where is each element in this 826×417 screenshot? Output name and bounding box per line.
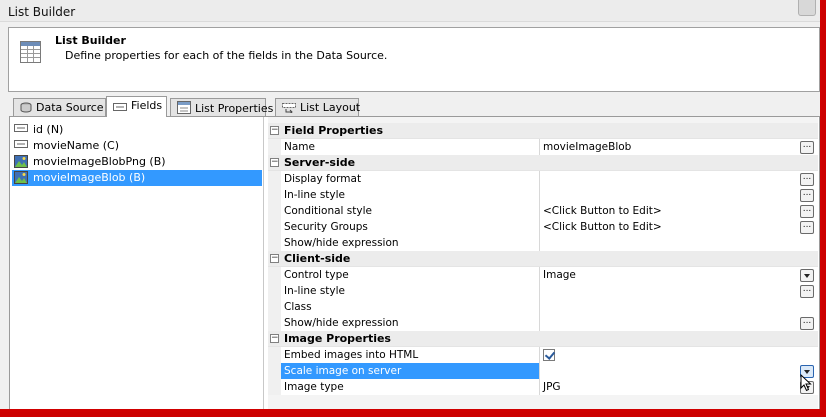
property-row-show-hide-expression-client[interactable]: Show/hide expression ... [268, 315, 818, 331]
image-field-icon [14, 155, 28, 168]
property-value[interactable] [540, 187, 818, 203]
property-value[interactable]: movieImageBlob [540, 139, 818, 155]
property-name: In-line style [281, 283, 540, 299]
property-value[interactable] [540, 283, 818, 299]
field-list: id (N) movieName (C) movieImageBlobPng (… [10, 117, 264, 409]
collapse-icon[interactable]: − [270, 254, 279, 263]
close-window-button[interactable] [798, 0, 816, 16]
property-row-class[interactable]: Class [268, 299, 818, 315]
table-icon [20, 41, 41, 63]
property-row-inline-style-client[interactable]: In-line style ... [268, 283, 818, 299]
category-field-properties[interactable]: − Field Properties [268, 123, 818, 139]
category-client-side[interactable]: − Client-side [268, 251, 818, 267]
field-label: movieImageBlob (B) [33, 171, 146, 184]
mouse-pointer-icon [800, 374, 812, 392]
category-label: Server-side [284, 156, 356, 169]
property-name: Name [281, 139, 540, 155]
property-value[interactable]: Image [540, 267, 818, 283]
collapse-icon[interactable]: − [270, 334, 279, 343]
category-label: Image Properties [284, 332, 391, 345]
category-label: Field Properties [284, 124, 384, 137]
embed-images-checkbox[interactable] [543, 349, 555, 361]
ellipsis-button[interactable]: ... [800, 221, 814, 234]
dropdown-button[interactable] [800, 269, 814, 282]
field-item-id[interactable]: id (N) [12, 122, 262, 138]
field-label: movieName (C) [33, 139, 119, 152]
property-row-embed-images[interactable]: Embed images into HTML [268, 347, 818, 363]
property-row-display-format[interactable]: Display format ... [268, 171, 818, 187]
title-bar: List Builder [0, 0, 820, 22]
collapse-icon[interactable]: − [270, 158, 279, 167]
property-name: Embed images into HTML [281, 347, 540, 363]
field-label: movieImageBlobPng (B) [33, 155, 166, 168]
tab-list-properties-label: List Properties [195, 102, 274, 115]
text-field-icon [14, 124, 28, 132]
property-name: Conditional style [281, 203, 540, 219]
property-value[interactable] [540, 315, 818, 331]
property-value [540, 347, 818, 363]
property-value[interactable] [540, 171, 818, 187]
property-row-conditional-style[interactable]: Conditional style <Click Button to Edit>… [268, 203, 818, 219]
ellipsis-button[interactable]: ... [800, 141, 814, 154]
tab-fields-label: Fields [131, 99, 163, 112]
property-row-inline-style[interactable]: In-line style ... [268, 187, 818, 203]
property-name: Security Groups [281, 219, 540, 235]
property-value[interactable]: <Click Button to Edit> [540, 219, 818, 235]
field-label: id (N) [33, 123, 64, 136]
window-title: List Builder [8, 5, 76, 19]
property-row-name[interactable]: Name movieImageBlob ... [268, 139, 818, 155]
tab-list-layout[interactable]: List Layout [275, 98, 361, 116]
property-value[interactable] [540, 299, 818, 315]
properties-icon [177, 101, 191, 114]
property-row-security-groups[interactable]: Security Groups <Click Button to Edit> .… [268, 219, 818, 235]
property-row-scale-image[interactable]: Scale image on server [268, 363, 818, 379]
property-value[interactable] [540, 363, 818, 379]
header-description: Define properties for each of the fields… [65, 49, 388, 62]
property-value[interactable]: JPG [540, 379, 818, 395]
field-item-movieimageblobpng[interactable]: movieImageBlobPng (B) [12, 154, 262, 170]
property-row-image-type[interactable]: Image type JPG [268, 379, 818, 395]
property-name: Class [281, 299, 540, 315]
ellipsis-button[interactable]: ... [800, 173, 814, 186]
category-label: Client-side [284, 252, 351, 265]
property-value[interactable]: <Click Button to Edit> [540, 203, 818, 219]
property-name: Show/hide expression [281, 235, 540, 251]
tab-data-source-label: Data Source [36, 101, 104, 114]
tab-data-source[interactable]: Data Source [13, 98, 106, 116]
layout-icon [282, 103, 296, 113]
ellipsis-button[interactable]: ... [800, 317, 814, 330]
property-grid: − Field Properties Name movieImageBlob .… [268, 117, 818, 409]
property-row-show-hide-expression[interactable]: Show/hide expression [268, 235, 818, 251]
property-name: Display format [281, 171, 540, 187]
property-name: Show/hide expression [281, 315, 540, 331]
property-row-control-type[interactable]: Control type Image [268, 267, 818, 283]
collapse-icon[interactable]: − [270, 126, 279, 135]
tab-list-properties[interactable]: List Properties [170, 98, 273, 116]
category-image-properties[interactable]: − Image Properties [268, 331, 818, 347]
property-name: Scale image on server [281, 363, 540, 379]
field-item-movieimageblob[interactable]: movieImageBlob (B) [12, 170, 262, 186]
category-server-side[interactable]: − Server-side [268, 155, 818, 171]
field-item-moviename[interactable]: movieName (C) [12, 138, 262, 154]
property-name: Image type [281, 379, 540, 395]
property-value[interactable] [540, 235, 818, 251]
ellipsis-button[interactable]: ... [800, 189, 814, 202]
image-field-icon [14, 171, 28, 184]
fields-panel: id (N) movieName (C) movieImageBlobPng (… [9, 116, 820, 409]
database-icon [20, 102, 32, 113]
fields-icon [113, 103, 127, 111]
header-panel: List Builder Define properties for each … [8, 27, 820, 92]
property-name: Control type [281, 267, 540, 283]
list-builder-window: List Builder List Builder Define propert… [0, 0, 822, 412]
text-field-icon [14, 140, 28, 148]
property-name: In-line style [281, 187, 540, 203]
ellipsis-button[interactable]: ... [800, 205, 814, 218]
tab-fields[interactable]: Fields [106, 96, 167, 117]
header-title: List Builder [55, 34, 126, 47]
tab-list-layout-label: List Layout [300, 101, 361, 114]
ellipsis-button[interactable]: ... [800, 285, 814, 298]
